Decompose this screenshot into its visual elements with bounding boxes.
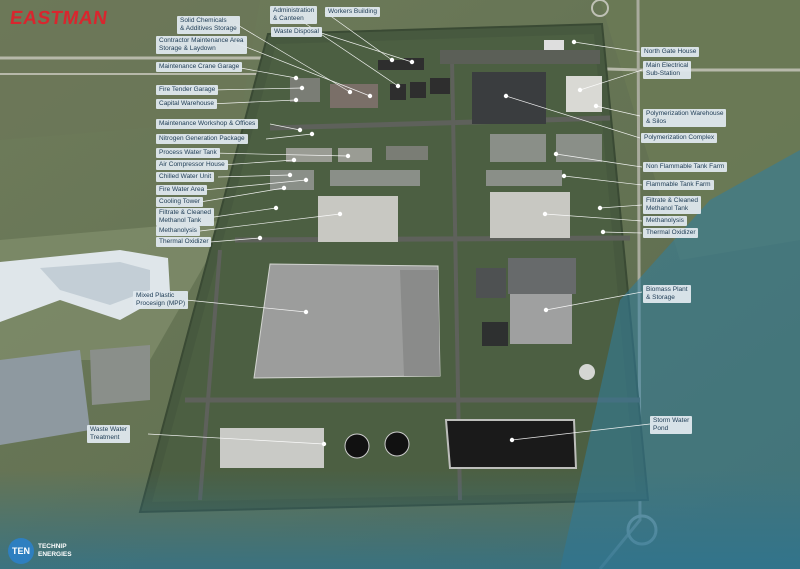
label-text: Filtrate & Cleaned Methanol Tank: [159, 209, 212, 224]
technip-wordmark: TECHNIP ENERGIES: [38, 543, 72, 559]
label-text: Solid Chemicals & Additives Storage: [180, 17, 237, 32]
label-text: Polymerization Warehouse & Silos: [646, 110, 724, 125]
label-thermal-right: Thermal Oxidizer: [643, 228, 699, 238]
label-mixed-plastic: Mixed Plastic Procesign (MPP): [133, 291, 189, 309]
bottom-overlay: [0, 470, 800, 569]
label-maintenance-crane: Maintenance Crane Garage: [156, 62, 243, 72]
label-fire-water: Fire Water Area: [156, 185, 208, 195]
process-water-tank: [338, 148, 372, 162]
waste-water-treatment: [220, 428, 324, 468]
label-chilled-water: Chilled Water Unit: [156, 172, 215, 182]
technip-logo: TEN: [8, 538, 34, 564]
label-methanolysis-left: Methanolysis: [156, 226, 200, 236]
building-gate: [430, 78, 450, 94]
eastman-logo: EASTMAN: [8, 8, 109, 29]
chilled-water-unit: [330, 170, 420, 186]
parking-north: [440, 50, 600, 64]
technip-line2: ENERGIES: [38, 551, 72, 558]
label-text: Contractor Maintenance Area Storage & La…: [159, 37, 244, 52]
polymerization-complex: [472, 72, 546, 124]
label-polymerization-warehouse: Polymerization Warehouse & Silos: [643, 109, 727, 127]
mpp-annex: [400, 270, 440, 376]
left-warehouse: [0, 350, 90, 445]
label-text: Mixed Plastic Procesign (MPP): [136, 292, 186, 307]
label-text: Main Electrical Sub-Station: [646, 62, 689, 77]
label-methanolysis-right: Methanolysis: [643, 216, 687, 226]
label-contractor-area: Contractor Maintenance Area Storage & La…: [156, 36, 247, 54]
label-text: Administration & Canteen: [273, 7, 315, 22]
tank-row: [486, 170, 562, 186]
label-administration: Administration & Canteen: [270, 6, 318, 24]
label-text: Biomass Plant & Storage: [646, 286, 688, 301]
label-air-compressor: Air Compressor House: [156, 160, 228, 170]
label-fire-tender: Fire Tender Garage: [156, 85, 219, 95]
label-process-water: Process Water Tank: [156, 148, 220, 158]
biomass-tank: [579, 364, 595, 380]
biomass-silos: [508, 258, 576, 294]
air-compressor: [386, 146, 428, 160]
label-text: Storm Water Pond: [653, 417, 690, 432]
methanolysis-left: [318, 196, 398, 242]
parking-area: [90, 345, 150, 405]
label-capital-warehouse: Capital Warehouse: [156, 99, 218, 109]
label-text: Waste Water Treatment: [90, 426, 128, 441]
label-waste-disposal: Waste Disposal: [271, 27, 322, 37]
biomass-storage: [482, 322, 508, 346]
label-biomass: Biomass Plant & Storage: [643, 285, 691, 303]
building-canteen: [410, 82, 426, 98]
label-north-gate: North Gate House: [641, 47, 700, 57]
tank-farm-nonflammable: [490, 134, 546, 162]
label-solid-chemicals: Solid Chemicals & Additives Storage: [177, 16, 240, 34]
road-internal-2: [234, 235, 631, 243]
label-main-electrical: Main Electrical Sub-Station: [643, 61, 692, 79]
label-filtrate-left: Filtrate & Cleaned Methanol Tank: [156, 208, 215, 226]
label-non-flammable: Non Flammable Tank Farm: [643, 162, 728, 172]
technip-line1: TECHNIP: [38, 543, 67, 550]
label-nitrogen-generation: Nitrogen Generation Package: [156, 134, 248, 144]
building-waste: [404, 58, 424, 70]
label-waste-water: Waste Water Treatment: [87, 425, 131, 443]
storm-water-pond: [444, 419, 578, 469]
label-text: Filtrate & Cleaned Methanol Tank: [646, 197, 699, 212]
biomass-fans: [476, 268, 506, 298]
clarifier-2: [384, 431, 410, 457]
label-cooling-tower: Cooling Tower: [156, 197, 204, 207]
biomass-plant: [510, 290, 572, 344]
north-gate-house: [544, 40, 564, 50]
label-maintenance-workshop: Maintenance Workshop & Offices: [156, 119, 259, 129]
label-polymerization-complex: Polymerization Complex: [641, 133, 718, 143]
label-thermal-left: Thermal Oxidizer: [156, 237, 212, 247]
clarifier-1: [344, 433, 370, 459]
label-storm-water: Storm Water Pond: [650, 416, 693, 434]
label-filtrate-right: Filtrate & Cleaned Methanol Tank: [643, 196, 702, 214]
label-flammable: Flammable Tank Farm: [643, 180, 714, 190]
label-workers-building: Workers Building: [325, 7, 381, 17]
